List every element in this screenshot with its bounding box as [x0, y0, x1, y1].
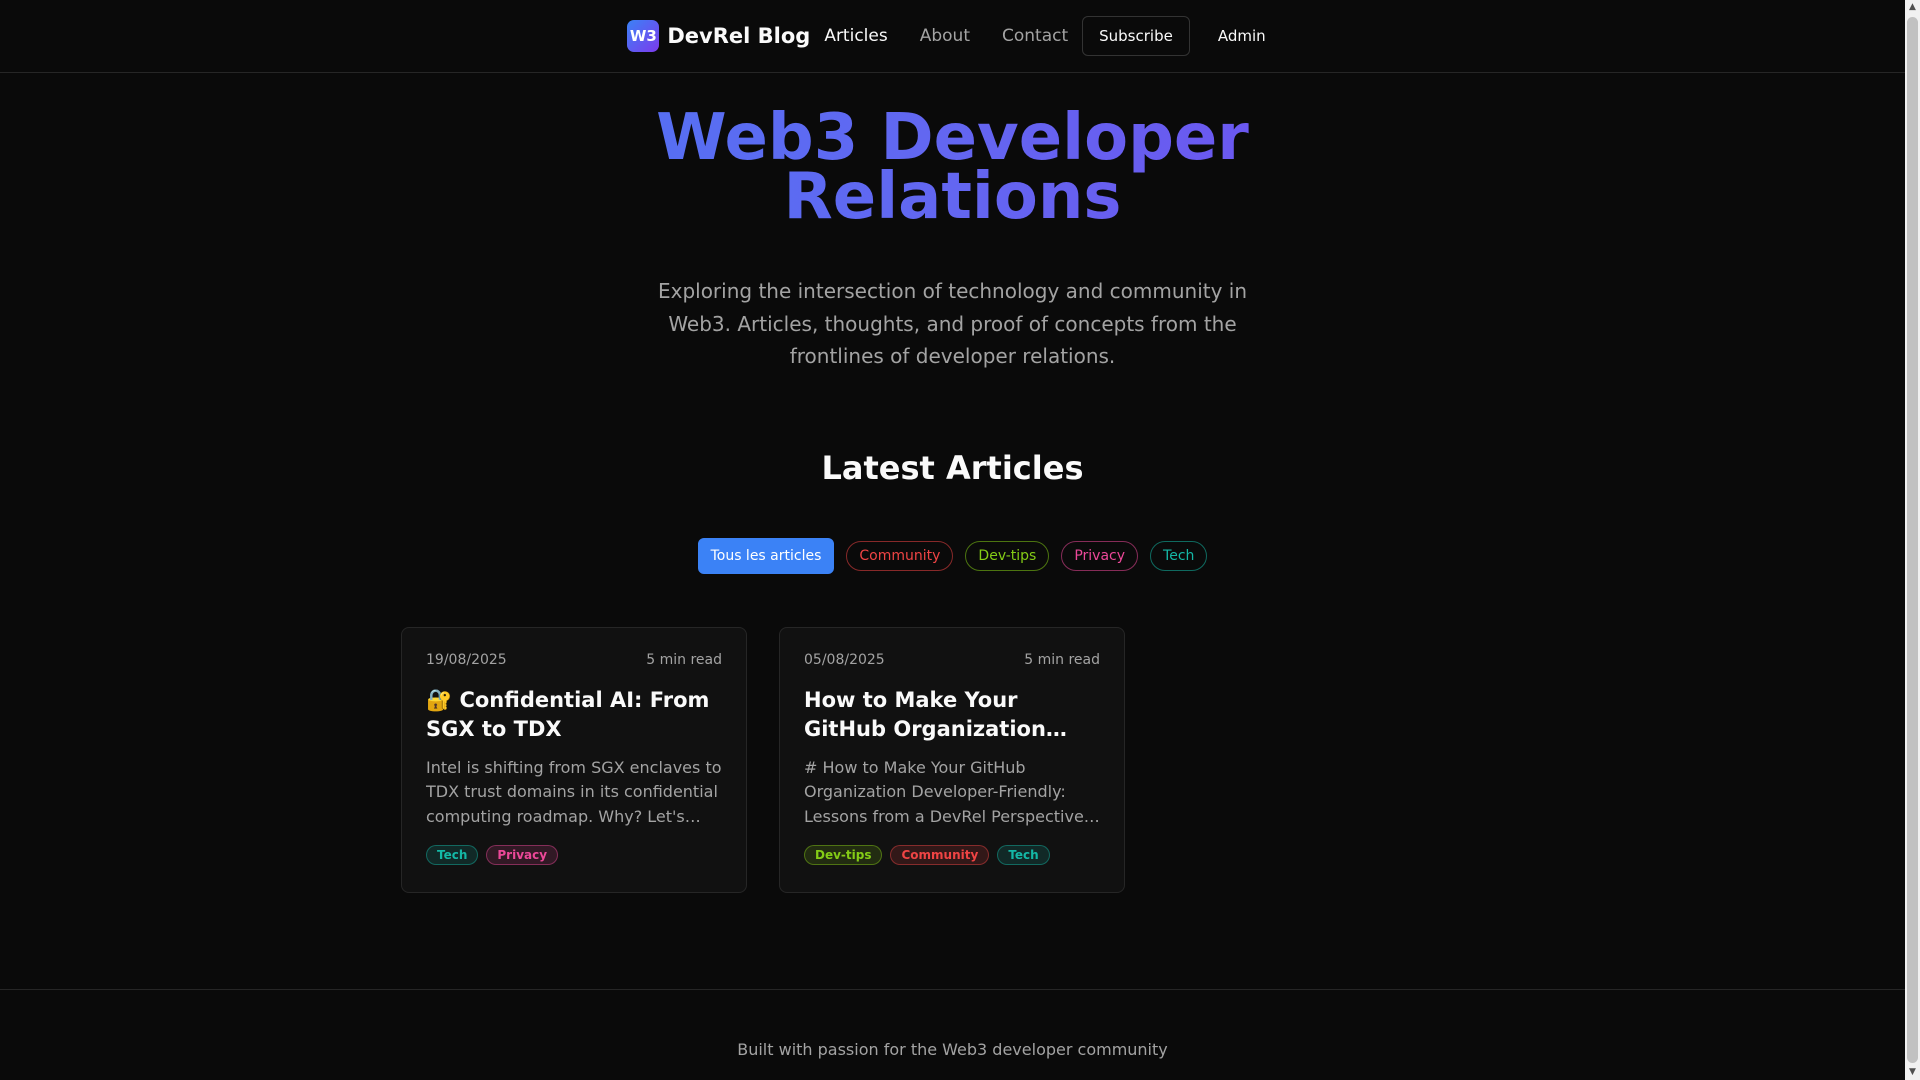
article-meta: 05/08/2025 5 min read [804, 652, 1100, 668]
article-meta: 19/08/2025 5 min read [426, 652, 722, 668]
article-tags: Tech Privacy [426, 845, 722, 865]
article-date: 05/08/2025 [804, 651, 885, 668]
main-nav: Articles About Contact [824, 26, 1082, 46]
article-read-time: 5 min read [646, 651, 722, 668]
site-footer: Built with passion for the Web3 develope… [0, 989, 1905, 1080]
page: W3 DevRel Blog Articles About Contact Su… [0, 0, 1905, 1080]
header-inner: W3 DevRel Blog Articles About Contact Su… [627, 16, 1277, 56]
nav-articles[interactable]: Articles [824, 26, 887, 46]
filter-privacy[interactable]: Privacy [1061, 540, 1139, 571]
hero-subtitle: Exploring the intersection of technology… [657, 279, 1248, 368]
filter-dev-tips[interactable]: Dev-tips [965, 540, 1050, 571]
nav-about[interactable]: About [920, 26, 970, 46]
article-card[interactable]: 19/08/2025 5 min read 🔐 Confidential AI:… [401, 626, 747, 893]
article-title[interactable]: How to Make Your GitHub Organization Dev… [804, 686, 1100, 744]
nav-contact[interactable]: Contact [1002, 26, 1068, 46]
article-excerpt: Intel is shifting from SGX enclaves to T… [426, 757, 722, 826]
hero-title: Web3 Developer Relations [0, 109, 1905, 227]
tag-privacy[interactable]: Privacy [486, 845, 559, 865]
filter-tech[interactable]: Tech [1150, 540, 1208, 571]
vertical-scrollbar[interactable]: ▲ ▼ [1905, 0, 1920, 1080]
article-read-time: 5 min read [1024, 651, 1100, 668]
filter-community[interactable]: Community [846, 540, 954, 571]
tag-tech[interactable]: Tech [997, 845, 1050, 865]
category-filters: Tous les articles Community Dev-tips Pri… [0, 537, 1905, 574]
footer-text: Built with passion for the Web3 develope… [737, 1040, 1168, 1059]
article-tags: Dev-tips Community Tech [804, 845, 1100, 865]
latest-articles-heading: Latest Articles [821, 448, 1084, 487]
scroll-down-arrow-icon[interactable]: ▼ [1905, 1065, 1920, 1080]
scrollbar-thumb[interactable] [1907, 17, 1918, 1063]
article-date: 19/08/2025 [426, 651, 507, 668]
scroll-up-arrow-icon[interactable]: ▲ [1905, 0, 1920, 15]
site-header: W3 DevRel Blog Articles About Contact Su… [0, 0, 1905, 73]
tag-dev-tips[interactable]: Dev-tips [804, 845, 883, 865]
article-list: 19/08/2025 5 min read 🔐 Confidential AI:… [401, 626, 1905, 893]
logo-badge[interactable]: W3 [627, 20, 660, 52]
subscribe-button[interactable]: Subscribe [1082, 16, 1190, 56]
article-card[interactable]: 05/08/2025 5 min read How to Make Your G… [779, 626, 1125, 893]
article-title[interactable]: 🔐 Confidential AI: From SGX to TDX [426, 686, 722, 744]
admin-button[interactable]: Admin [1206, 27, 1278, 45]
tag-tech[interactable]: Tech [426, 845, 479, 865]
hero-title-line2: Relations [783, 160, 1122, 234]
filter-all-articles[interactable]: Tous les articles [697, 537, 835, 574]
article-excerpt: # How to Make Your GitHub Organization D… [804, 757, 1084, 826]
brand-name[interactable]: DevRel Blog [667, 24, 810, 48]
tag-community[interactable]: Community [890, 845, 990, 865]
